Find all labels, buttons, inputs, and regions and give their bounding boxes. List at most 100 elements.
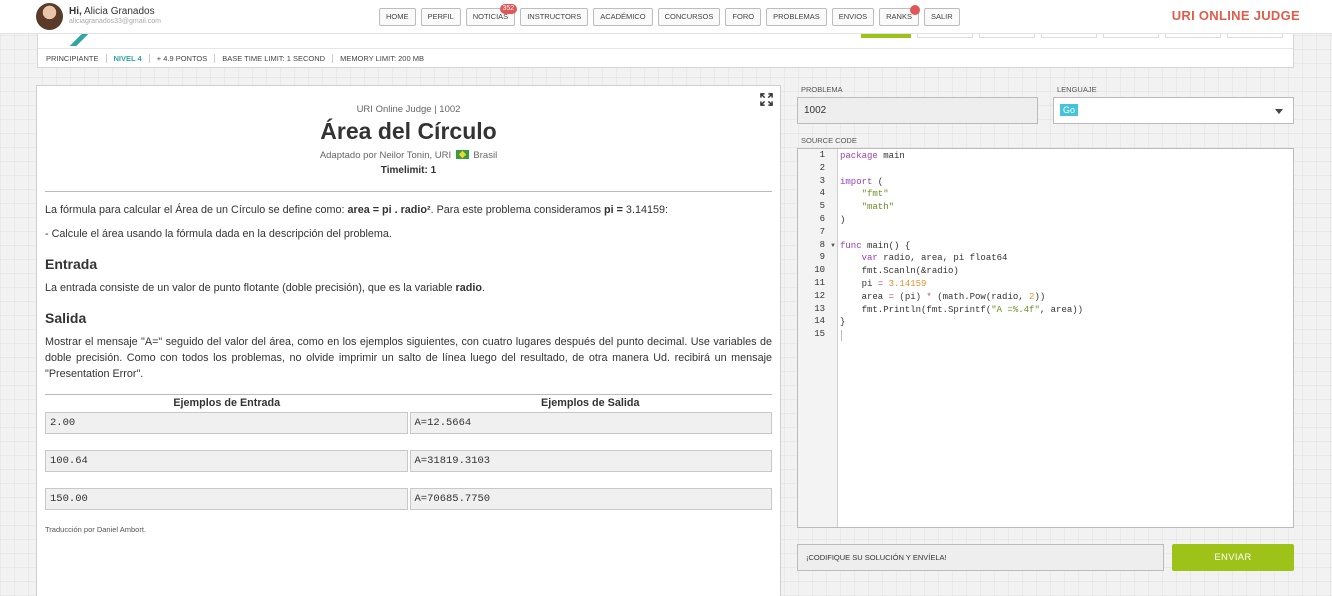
- nav-label: CONCURSOS: [664, 12, 714, 21]
- language-field-label: LENGUAJE: [1057, 85, 1097, 94]
- news-count-badge: 352: [499, 4, 518, 14]
- nav-label: FORO: [732, 12, 755, 21]
- nav-news-button[interactable]: NOTICIAS 352: [465, 4, 518, 26]
- ranks-notification-dot: [909, 5, 920, 15]
- problem-tab[interactable]: [1165, 34, 1221, 38]
- intro-formula: area = pi . radio²: [347, 204, 431, 216]
- problem-origin: URI Online Judge | 1002: [356, 104, 461, 115]
- nav-forum-button[interactable]: FORO: [725, 8, 762, 26]
- language-select[interactable]: Go: [1053, 97, 1294, 124]
- source-code-label: SOURCE CODE: [801, 136, 857, 145]
- code-editor[interactable]: 1 2 3 4 5 6 7 8 ▼ 9 10 11 12 13 14 15 package main impor…: [797, 148, 1294, 528]
- points-label: + 4.9 PONTOS: [148, 54, 215, 63]
- line-number: 3: [819, 175, 825, 186]
- category-label: PRINCIPIANTE: [46, 54, 99, 63]
- output-description: Mostrar el mensaje "A=" seguido del valo…: [45, 336, 772, 380]
- line-number: 9: [819, 252, 825, 263]
- examples-input-header: Ejemplos de Entrada: [173, 397, 281, 409]
- author-text: Adaptado por Neilor Tonin, URI: [319, 150, 452, 161]
- problem-tab[interactable]: [1041, 34, 1097, 38]
- example-row: 100.64 A=31819.3103: [45, 450, 772, 472]
- intro-text: La fórmula para calcular el Área de un C…: [45, 204, 348, 216]
- nav-problems-button[interactable]: PROBLEMAS: [766, 8, 827, 26]
- user-email: aliciagranados33@gmail.com: [69, 18, 161, 25]
- problem-tab[interactable]: [917, 34, 973, 38]
- problem-title: Área del Círculo: [320, 118, 497, 144]
- chevron-down-icon: [1275, 109, 1283, 114]
- nav-label: SALIR: [930, 12, 953, 21]
- header-divider: [45, 191, 772, 192]
- line-number: 2: [819, 162, 825, 173]
- nav-home-button[interactable]: HOME: [379, 8, 416, 26]
- nav-submissions-button[interactable]: ENVIOS: [831, 8, 875, 26]
- brand-logo[interactable]: URI ONLINE JUDGE: [1172, 8, 1300, 23]
- nav-ranks-button[interactable]: RANKS: [879, 5, 920, 26]
- example-input: 150.00: [45, 488, 408, 510]
- example-row: 2.00 A=12.5664: [45, 412, 772, 434]
- code-line: "math": [861, 202, 895, 213]
- category-decoration: [68, 34, 90, 46]
- line-number: 1: [819, 150, 825, 160]
- intro-text: . Para este problema consideramos: [430, 204, 605, 216]
- intro-pi: pi =: [604, 204, 623, 216]
- line-number: 11: [814, 278, 825, 288]
- input-heading: Entrada: [45, 256, 98, 272]
- problem-body: La fórmula para calcular el Área de un C…: [37, 202, 780, 538]
- text-cursor: [841, 330, 842, 342]
- problem-intro: La fórmula para calcular el Área de un C…: [45, 202, 772, 218]
- nav-academic-button[interactable]: ACADÉMICO: [593, 8, 653, 26]
- line-number: 7: [819, 226, 825, 237]
- line-number: 5: [819, 201, 825, 212]
- nav-logout-button[interactable]: SALIR: [923, 8, 960, 26]
- line-number: 14: [814, 316, 825, 327]
- language-selected: Go: [1060, 104, 1079, 116]
- code-line: fmt.Println(fmt.Sprintf("A =%.4f", area)…: [840, 304, 1084, 315]
- submit-message: ¡CODIFIQUE SU SOLUCIÓN Y ENVÍELA!: [797, 544, 1164, 571]
- code-line: package main: [840, 151, 905, 161]
- line-number-gutter: 1 2 3 4 5 6 7 8 ▼ 9 10 11 12 13 14 15: [798, 149, 838, 527]
- nav-label: INSTRUCTORS: [527, 12, 582, 21]
- brazil-flag-icon: [455, 150, 469, 159]
- submit-button[interactable]: ENVIAR: [1172, 544, 1294, 571]
- line-number: 4: [819, 188, 825, 199]
- nav-label: HOME: [386, 12, 409, 21]
- input-text: La entrada consiste de un valor de punto…: [45, 282, 456, 294]
- example-input: 2.00: [45, 412, 408, 434]
- problem-tab[interactable]: [979, 34, 1035, 38]
- level-label: NIVEL 4: [105, 54, 149, 63]
- input-description: La entrada consiste de un valor de punto…: [45, 280, 772, 296]
- problem-header: URI Online Judge | 1002 Área del Círculo…: [37, 104, 780, 176]
- code-line: ): [840, 215, 846, 225]
- code-line: func main() {: [840, 240, 911, 251]
- problem-info-strip: PRINCIPIANTE NIVEL 4 + 4.9 PONTOS BASE T…: [37, 34, 1294, 68]
- problem-timelimit: Timelimit: 1: [380, 165, 437, 176]
- top-bar: Hi, Alicia Granados aliciagranados33@gma…: [0, 0, 1332, 34]
- fold-arrow-icon[interactable]: ▼: [830, 243, 836, 249]
- code-line: pi = 3.14159: [840, 279, 927, 289]
- problem-tab[interactable]: [1227, 34, 1283, 38]
- line-number: 6: [819, 214, 825, 224]
- avatar[interactable]: [36, 3, 63, 30]
- problem-meta: PRINCIPIANTE NIVEL 4 + 4.9 PONTOS BASE T…: [38, 48, 1293, 68]
- example-output: A=12.5664: [409, 412, 772, 434]
- code-line: fmt.Scanln(&radio): [840, 266, 959, 277]
- problem-tab[interactable]: [1103, 34, 1159, 38]
- nav-label: RANKS: [886, 12, 912, 21]
- code-line: var radio, area, pi float64: [861, 253, 1008, 264]
- line-number: 12: [814, 290, 825, 301]
- code-line: "fmt": [861, 189, 889, 200]
- examples-table: Ejemplos de Entrada Ejemplos de Salida 2…: [45, 394, 772, 510]
- main-nav: HOME PERFIL NOTICIAS 352 INSTRUCTORS ACAD…: [379, 4, 960, 26]
- nav-label: PROBLEMAS: [773, 12, 820, 21]
- fullscreen-icon[interactable]: [760, 93, 773, 106]
- problem-author: Adaptado por Neilor Tonin, URI Brasil: [37, 150, 780, 161]
- examples-output-header: Ejemplos de Salida: [541, 397, 640, 409]
- translation-credit: Traducción por Daniel Ambort.: [45, 525, 147, 534]
- problem-note: - Calcule el área usando la fórmula dada…: [45, 228, 392, 240]
- nav-instructors-button[interactable]: INSTRUCTORS: [520, 8, 589, 26]
- problem-number-field[interactable]: 1002: [797, 97, 1038, 124]
- nav-label: ENVIOS: [838, 12, 868, 21]
- nav-contests-button[interactable]: CONCURSOS: [657, 8, 721, 26]
- problem-tab-active[interactable]: [861, 34, 911, 38]
- nav-profile-button[interactable]: PERFIL: [420, 8, 461, 26]
